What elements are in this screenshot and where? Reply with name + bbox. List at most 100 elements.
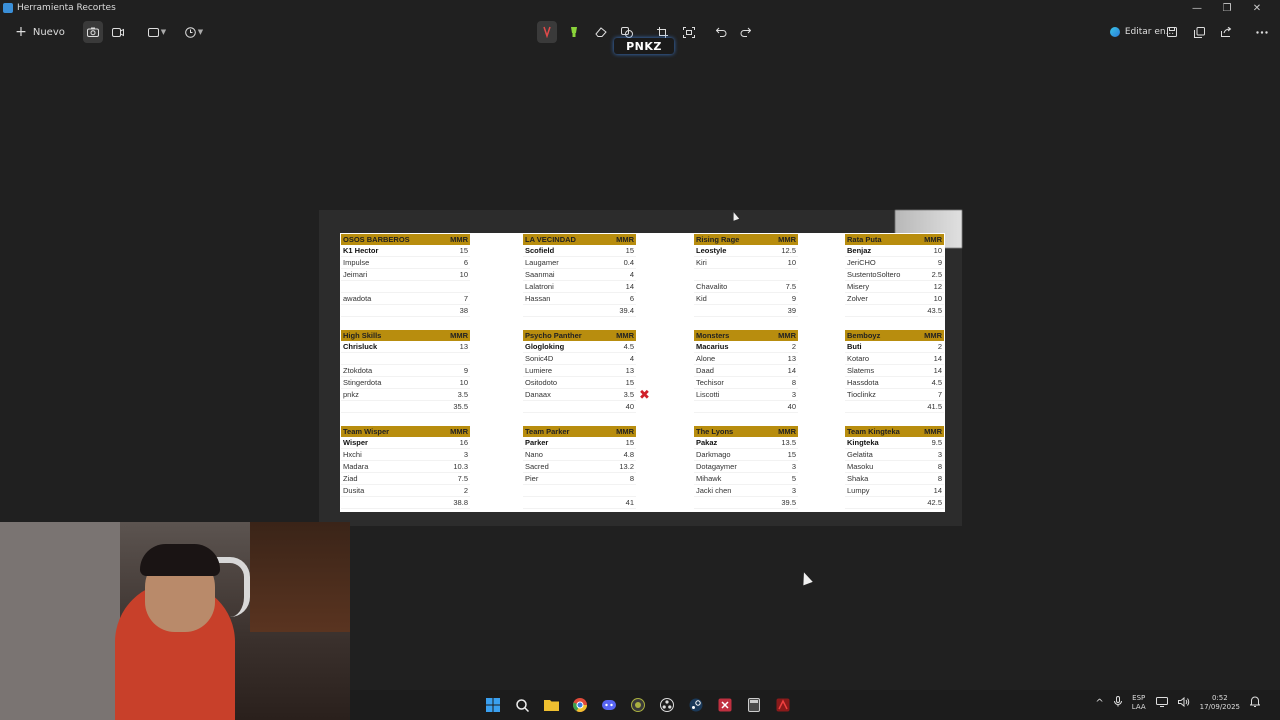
player-row: Ziad 7.5 (341, 473, 470, 485)
mmr-header: MMR (778, 235, 796, 244)
team-header: Psycho Panther MMR (523, 330, 636, 341)
player-row: JeriCHO 9 (845, 257, 944, 269)
video-icon[interactable] (108, 21, 128, 43)
highlighter-icon[interactable] (564, 21, 584, 43)
total-row: 39.4 (523, 305, 636, 317)
player-mmr: 38.8 (453, 498, 468, 507)
new-button[interactable]: + Nuevo (14, 21, 66, 43)
player-mmr: 2 (463, 486, 468, 495)
player-mmr: 41.5 (927, 402, 942, 411)
team-header: Rising Rage MMR (694, 234, 798, 245)
network-icon[interactable] (1155, 696, 1168, 710)
player-mmr: 10.3 (453, 462, 468, 471)
redo-icon[interactable] (735, 21, 755, 43)
team-header: LA VECINDAD MMR (523, 234, 636, 245)
player-mmr: 8 (937, 474, 942, 483)
team-table: Team Kingteka MMR Kingteka 9.5 Gelatita 3 Maso… (845, 426, 944, 509)
chrome-icon[interactable] (570, 695, 590, 715)
player-name: Saanmai (525, 270, 555, 279)
player-name: Hassan (525, 294, 551, 303)
microphone-icon[interactable] (1113, 696, 1122, 710)
player-row: Hassan 6 (523, 293, 636, 305)
player-row: pnkz 3.5 (341, 389, 470, 401)
minimize-button[interactable]: — (1182, 0, 1212, 16)
copy-icon[interactable] (1189, 21, 1209, 43)
player-mmr: 7.5 (457, 474, 468, 483)
player-mmr: 5 (791, 474, 796, 483)
obs-icon[interactable] (657, 695, 677, 715)
steam-icon[interactable] (686, 695, 706, 715)
eraser-icon[interactable] (591, 21, 611, 43)
player-row: Saanmai 4 (523, 269, 636, 281)
clock[interactable]: 0:52 17/09/2025 (1200, 694, 1240, 712)
discord-icon[interactable] (599, 695, 619, 715)
player-row: Parker 15 (523, 437, 636, 449)
player-mmr: 10 (933, 294, 942, 303)
new-button-label: Nuevo (32, 26, 65, 38)
player-name: Alone (696, 354, 716, 363)
player-mmr: 14 (625, 282, 634, 291)
rectangle-mode-icon[interactable]: ▼ (144, 21, 170, 43)
player-row: Kiri 10 (694, 257, 798, 269)
mmr-header: MMR (616, 235, 634, 244)
timer-icon[interactable]: ▼ (181, 21, 207, 43)
player-name: Liscotti (696, 390, 720, 399)
player-name: Dotagaymer (696, 462, 737, 471)
save-icon[interactable] (1162, 21, 1182, 43)
restore-button[interactable]: ❐ (1212, 0, 1242, 16)
player-row: Scofield 15 (523, 245, 636, 257)
snipping-tool-icon[interactable] (715, 695, 735, 715)
app-red-icon[interactable] (773, 695, 793, 715)
player-row: Jeimari 10 (341, 269, 470, 281)
player-name: Daad (696, 366, 714, 375)
chevron-up-icon[interactable]: ^ (1095, 698, 1103, 709)
player-mmr: 12 (933, 282, 942, 291)
search-icon[interactable] (512, 695, 532, 715)
undo-icon[interactable] (711, 21, 731, 43)
mmr-header: MMR (778, 331, 796, 340)
notification-icon[interactable] (1249, 696, 1261, 710)
language-indicator[interactable]: ESP LAA (1132, 694, 1146, 712)
camera-icon[interactable] (83, 21, 103, 43)
screen: Herramienta Recortes — ❐ ✕ + Nuevo ▼ ▼ E… (0, 0, 1280, 720)
player-row: Lumiere 13 (523, 365, 636, 377)
player-name: Tioclinkz (847, 390, 876, 399)
ballpoint-pen-icon[interactable] (537, 21, 557, 43)
team-table: Monsters MMR Macarius 2 Alone 13 Daad 14 Techiso… (694, 330, 798, 413)
player-name: awadota (343, 294, 372, 303)
app-icon[interactable] (628, 695, 648, 715)
player-name: Kingteka (847, 438, 879, 447)
player-mmr: 15 (625, 378, 634, 387)
player-mmr: 41 (625, 498, 634, 507)
player-row: Gelatita 3 (845, 449, 944, 461)
player-mmr: 35.5 (453, 402, 468, 411)
player-row: Hassdota 4.5 (845, 377, 944, 389)
file-explorer-icon[interactable] (541, 695, 561, 715)
player-mmr: 7.5 (785, 282, 796, 291)
mmr-header: MMR (450, 235, 468, 244)
player-row (341, 281, 470, 293)
player-row: Ztokdota 9 (341, 365, 470, 377)
calculator-icon[interactable] (744, 695, 764, 715)
team-header: Monsters MMR (694, 330, 798, 341)
snipping-tool-icon (3, 3, 13, 13)
player-mmr: 6 (629, 294, 634, 303)
team-header: Team Kingteka MMR (845, 426, 944, 437)
player-row: Kid 9 (694, 293, 798, 305)
player-row: Hxchi 3 (341, 449, 470, 461)
player-mmr: 42.5 (927, 498, 942, 507)
team-table: High Skills MMR Chrisluck 13 Ztokdota 9 Stinge… (341, 330, 470, 413)
share-icon[interactable] (1216, 21, 1236, 43)
text-actions-icon[interactable] (679, 21, 699, 43)
player-name: Dusita (343, 486, 365, 495)
player-row: Leostyle 12.5 (694, 245, 798, 257)
more-icon[interactable] (1252, 21, 1272, 43)
player-name: Slatems (847, 366, 875, 375)
windows-start-icon[interactable] (483, 695, 503, 715)
volume-icon[interactable] (1177, 696, 1190, 710)
close-button[interactable]: ✕ (1242, 0, 1272, 16)
player-name: Madara (343, 462, 369, 471)
player-mmr: 9 (937, 258, 942, 267)
player-mmr: 8 (629, 474, 634, 483)
player-name: Benjaz (847, 246, 872, 255)
